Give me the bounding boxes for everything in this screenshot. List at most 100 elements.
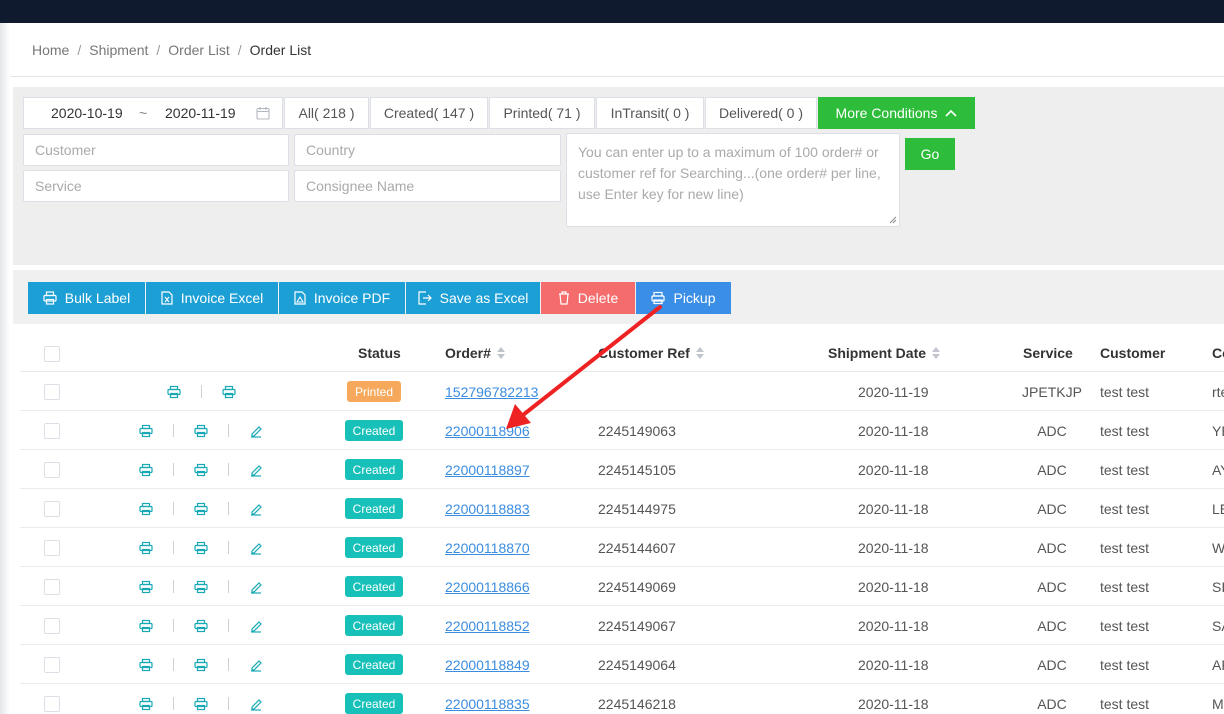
divider — [228, 463, 229, 476]
consignee-name: M — [1212, 695, 1224, 712]
print-label-icon[interactable] — [139, 502, 153, 516]
order-number-link[interactable]: 22000118852 — [445, 618, 530, 634]
order-number-link[interactable]: 22000118835 — [445, 696, 530, 712]
print-invoice-icon[interactable] — [194, 502, 208, 516]
print-label-icon[interactable] — [167, 385, 181, 399]
print-invoice-icon[interactable] — [194, 463, 208, 477]
consignee-name: LE — [1212, 500, 1224, 517]
table-row[interactable]: Created 22000118897 2245145105 2020-11-18 AD… — [20, 450, 1224, 489]
row-checkbox[interactable] — [44, 384, 60, 400]
print-label-icon[interactable] — [139, 580, 153, 594]
customer-ref: 2245146218 — [598, 695, 676, 712]
edit-icon[interactable] — [249, 658, 263, 672]
bulk-label-button[interactable]: Bulk Label — [28, 282, 145, 314]
country-input[interactable]: Country — [294, 134, 561, 166]
table-row[interactable]: Created 22000118866 2245149069 2020-11-18 AD… — [20, 567, 1224, 606]
column-customer-ref[interactable]: Customer Ref — [598, 345, 704, 361]
row-checkbox[interactable] — [44, 696, 60, 712]
start-date[interactable]: 2020-10-19 — [51, 105, 123, 121]
table-row[interactable]: Created 22000118835 2245146218 2020-11-18 AD… — [20, 684, 1224, 714]
go-button[interactable]: Go — [905, 138, 955, 170]
breadcrumb-shipment[interactable]: Shipment — [89, 42, 148, 58]
row-checkbox[interactable] — [44, 462, 60, 478]
more-conditions-button[interactable]: More Conditions — [818, 97, 975, 129]
consignee-name-input[interactable]: Consignee Name — [294, 170, 561, 202]
customer-name: test test — [1100, 617, 1150, 634]
order-number-link[interactable]: 22000118883 — [445, 501, 530, 517]
save-as-excel-button[interactable]: Save as Excel — [406, 282, 540, 314]
row-checkbox[interactable] — [44, 657, 60, 673]
tab-created[interactable]: Created( 147 ) — [370, 97, 488, 129]
row-checkbox[interactable] — [44, 501, 60, 517]
service-code: ADC — [1037, 422, 1067, 439]
table-row[interactable]: Created 22000118906 2245149063 2020-11-18 AD… — [20, 411, 1224, 450]
print-invoice-icon[interactable] — [194, 541, 208, 555]
print-invoice-icon[interactable] — [194, 697, 208, 711]
sort-icon[interactable] — [932, 347, 941, 359]
edit-icon[interactable] — [249, 580, 263, 594]
select-all-checkbox[interactable] — [44, 346, 60, 362]
order-number-link[interactable]: 22000118870 — [445, 540, 530, 556]
breadcrumb-order-list-parent[interactable]: Order List — [168, 42, 229, 58]
print-invoice-icon[interactable] — [194, 580, 208, 594]
more-conditions-label: More Conditions — [835, 105, 938, 121]
status-badge: Created — [345, 537, 403, 558]
tab-delivered[interactable]: Delivered( 0 ) — [705, 97, 817, 129]
edit-icon[interactable] — [249, 502, 263, 516]
breadcrumb-separator: / — [237, 42, 242, 58]
table-row[interactable]: Printed 152796782213 2020-11-19 JPETKJP test… — [20, 372, 1224, 411]
print-label-icon[interactable] — [139, 697, 153, 711]
table-row[interactable]: Created 22000118852 2245149067 2020-11-18 AD… — [20, 606, 1224, 645]
customer-input[interactable]: Customer — [23, 134, 289, 166]
edit-icon[interactable] — [249, 541, 263, 555]
invoice-pdf-button[interactable]: Invoice PDF — [279, 282, 405, 314]
print-invoice-icon[interactable] — [194, 424, 208, 438]
service-input[interactable]: Service — [23, 170, 289, 202]
table-row[interactable]: Created 22000118870 2245144607 2020-11-18 AD… — [20, 528, 1224, 567]
row-checkbox[interactable] — [44, 618, 60, 634]
order-number-link[interactable]: 152796782213 — [445, 384, 538, 400]
print-label-icon[interactable] — [139, 541, 153, 555]
table-row[interactable]: Created 22000118849 2245149064 2020-11-18 AD… — [20, 645, 1224, 684]
tab-all[interactable]: All( 218 ) — [284, 97, 369, 129]
tab-intransit[interactable]: InTransit( 0 ) — [596, 97, 704, 129]
invoice-excel-button[interactable]: Invoice Excel — [146, 282, 278, 314]
order-search-textarea[interactable]: You can enter up to a maximum of 100 ord… — [566, 133, 900, 227]
pickup-button[interactable]: Pickup — [636, 282, 731, 314]
print-invoice-icon[interactable] — [194, 658, 208, 672]
column-order[interactable]: Order# — [445, 345, 505, 361]
date-range-picker[interactable]: 2020-10-19 ~ 2020-11-19 — [23, 97, 283, 129]
print-invoice-icon[interactable] — [194, 619, 208, 633]
order-number-link[interactable]: 22000118897 — [445, 462, 530, 478]
column-shipment-date[interactable]: Shipment Date — [828, 345, 941, 361]
print-label-icon[interactable] — [139, 619, 153, 633]
edit-icon[interactable] — [249, 463, 263, 477]
excel-file-icon — [161, 291, 173, 305]
column-status: Status — [358, 345, 401, 361]
print-invoice-icon[interactable] — [222, 385, 236, 399]
resize-handle-icon[interactable] — [889, 216, 897, 224]
order-number-link[interactable]: 22000118849 — [445, 657, 530, 673]
breadcrumb-home[interactable]: Home — [32, 42, 69, 58]
sort-icon[interactable] — [496, 347, 505, 359]
order-number-link[interactable]: 22000118866 — [445, 579, 530, 595]
row-checkbox[interactable] — [44, 540, 60, 556]
status-badge: Printed — [347, 381, 401, 402]
edit-icon[interactable] — [249, 697, 263, 711]
print-label-icon[interactable] — [139, 658, 153, 672]
sort-icon[interactable] — [695, 347, 704, 359]
edit-icon[interactable] — [249, 619, 263, 633]
calendar-icon[interactable] — [256, 106, 270, 120]
end-date[interactable]: 2020-11-19 — [165, 105, 236, 121]
tab-printed[interactable]: Printed( 71 ) — [489, 97, 595, 129]
order-number-link[interactable]: 22000118906 — [445, 423, 530, 439]
delete-button[interactable]: Delete — [541, 282, 635, 314]
row-checkbox[interactable] — [44, 579, 60, 595]
sidebar-edge — [0, 23, 10, 714]
print-label-icon[interactable] — [139, 424, 153, 438]
edit-icon[interactable] — [249, 424, 263, 438]
row-checkbox[interactable] — [44, 423, 60, 439]
column-customer: Customer — [1100, 345, 1165, 361]
table-row[interactable]: Created 22000118883 2245144975 2020-11-18 AD… — [20, 489, 1224, 528]
print-label-icon[interactable] — [139, 463, 153, 477]
